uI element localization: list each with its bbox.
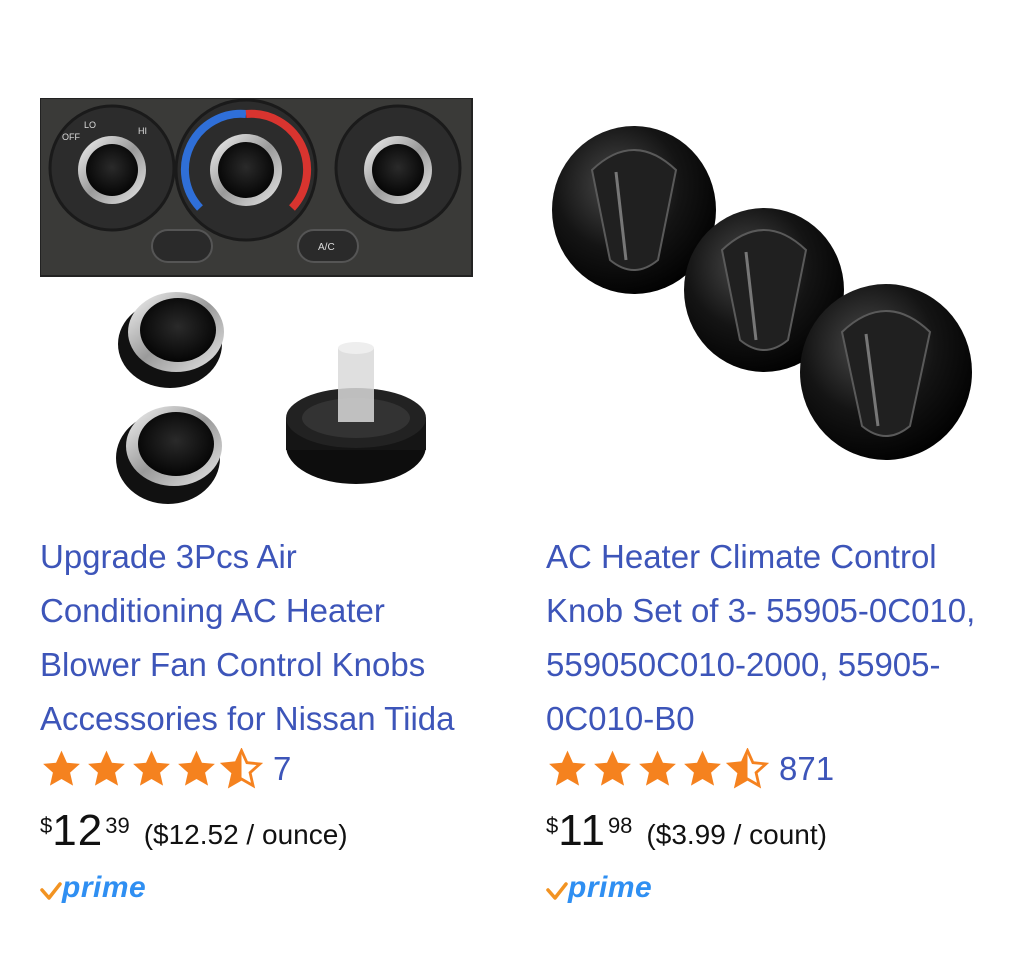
rating-row-1[interactable]: 7	[40, 745, 291, 793]
product-image-2[interactable]	[546, 110, 982, 510]
price-whole: 11	[558, 806, 606, 855]
price-2: $ 11 98 ($3.99 / count)	[546, 805, 827, 857]
star-full-icon	[88, 750, 125, 786]
star-full-icon	[549, 750, 586, 786]
product-title-2[interactable]: AC Heater Climate Control Knob Set of 3-…	[546, 530, 986, 746]
star-full-icon	[178, 750, 215, 786]
star-half-icon	[220, 748, 263, 789]
price-fraction: 98	[607, 813, 633, 838]
price-whole: 12	[52, 806, 104, 855]
price-1: $ 12 39 ($12.52 / ounce)	[40, 805, 348, 857]
star-full-icon	[594, 750, 631, 786]
review-count-1[interactable]: 7	[273, 750, 291, 788]
price-symbol: $	[546, 813, 559, 838]
prime-label: prime	[62, 871, 147, 904]
prime-check-icon	[40, 882, 62, 900]
price-symbol: $	[40, 813, 53, 838]
star-full-icon	[639, 750, 676, 786]
star-half-icon	[726, 748, 769, 789]
black-knob-set-image	[552, 126, 972, 460]
star-full-icon	[684, 750, 721, 786]
star-rating-2[interactable]	[546, 748, 769, 790]
panel-label-lo: LO	[84, 120, 96, 130]
rating-row-2[interactable]: 871	[546, 745, 834, 793]
price-fraction: 39	[105, 813, 130, 838]
review-count-2[interactable]: 871	[779, 750, 834, 788]
star-full-icon	[43, 750, 80, 786]
prime-check-icon	[546, 882, 568, 900]
prime-label: prime	[568, 871, 653, 904]
star-rating-1[interactable]	[40, 748, 263, 790]
unit-price-1: ($12.52 / ounce)	[143, 819, 348, 850]
ac-control-knobs-image: OFF LO HI A/C	[40, 98, 473, 504]
panel-label-ac: A/C	[318, 242, 335, 253]
unit-price-2: ($3.99 / count)	[646, 819, 827, 850]
product-title-1[interactable]: Upgrade 3Pcs Air Conditioning AC Heater …	[40, 530, 480, 746]
star-full-icon	[133, 750, 170, 786]
prime-badge-2: prime	[546, 868, 652, 908]
product-image-1[interactable]: OFF LO HI A/C	[40, 98, 476, 518]
panel-label-hi: HI	[138, 126, 147, 136]
panel-label-off: OFF	[62, 132, 80, 142]
prime-badge-1: prime	[40, 868, 146, 908]
